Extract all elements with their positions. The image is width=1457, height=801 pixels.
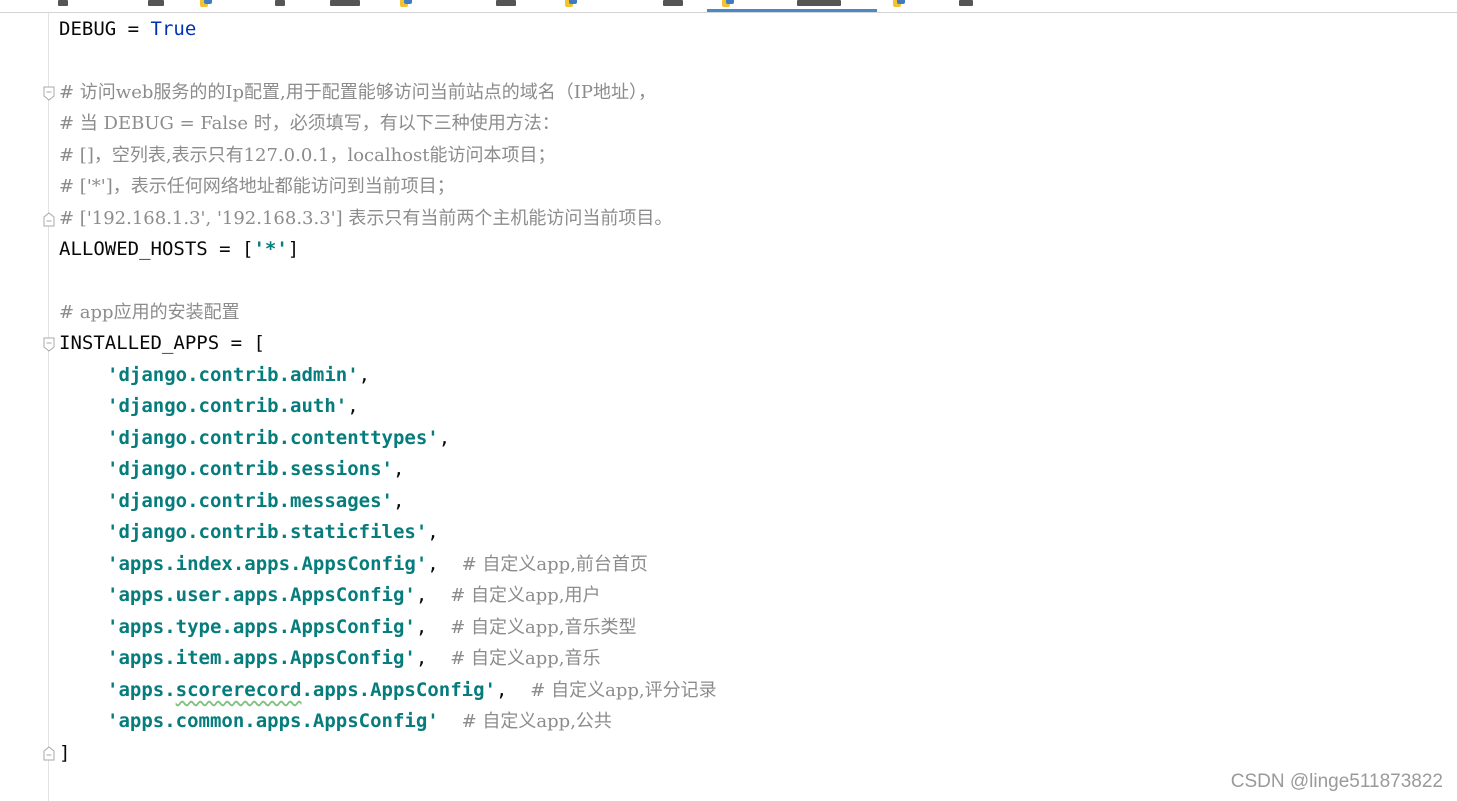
comment-line: # app应用的安装配置 — [59, 302, 240, 323]
code-line-app: 'django.contrib.sessions', — [107, 458, 405, 480]
inline-comment: # 自定义app,用户 — [450, 585, 601, 606]
code-editor[interactable]: DEBUG = True # 访问web服务的的Ip配置,用于配置能够访问当前站… — [59, 13, 1449, 801]
comment-line: # 访问web服务的的Ip配置,用于配置能够访问当前站点的域名（IP地址）， — [59, 82, 656, 103]
code-line-installed-apps: INSTALLED_APPS = [ — [59, 332, 265, 354]
python-file-icon — [893, 0, 906, 9]
code-line-app: 'django.contrib.admin', — [107, 364, 371, 386]
watermark: CSDN @linge511873822 — [1230, 771, 1443, 792]
code-line-app: 'apps.common.apps.AppsConfig' # 自定义app,公… — [107, 710, 612, 732]
typo-underline: scorerecord — [175, 679, 302, 701]
code-line-allowed-hosts: ALLOWED_HOSTS = ['*'] — [59, 238, 300, 260]
keyword-true: True — [150, 18, 197, 40]
comment-line: # ['*']，表示任何网络地址都能访问到当前项目； — [59, 176, 455, 197]
code-line-app: 'django.contrib.messages', — [107, 490, 405, 512]
fold-marker-icon[interactable] — [42, 337, 56, 353]
code-line-app: 'django.contrib.contenttypes', — [107, 427, 451, 449]
python-file-icon — [400, 0, 413, 9]
editor-tab-bar — [0, 0, 1457, 13]
fold-marker-icon[interactable] — [42, 211, 56, 227]
code-line-app: 'apps.user.apps.AppsConfig', # 自定义app,用户 — [107, 584, 601, 606]
code-line-app: 'apps.scorerecord.apps.AppsConfig', # 自定… — [107, 679, 717, 701]
code-line-app: 'apps.index.apps.AppsConfig', # 自定义app,前… — [107, 553, 648, 575]
gutter-separator — [48, 13, 49, 801]
active-tab-indicator — [707, 9, 877, 12]
code-line-installed-apps-close: ] — [59, 742, 71, 764]
code-line-app: 'django.contrib.staticfiles', — [107, 521, 439, 543]
comment-line: # ['192.168.1.3', '192.168.3.3'] 表示只有当前两… — [59, 208, 673, 229]
python-file-icon — [722, 0, 735, 9]
comment-line: # []，空列表,表示只有127.0.0.1，localhost能访问本项目； — [59, 145, 556, 166]
inline-comment: # 自定义app,前台首页 — [461, 554, 648, 575]
fold-marker-icon[interactable] — [42, 86, 56, 102]
inline-comment: # 自定义app,公共 — [461, 711, 612, 732]
string-literal: '*' — [253, 238, 288, 260]
code-line-app: 'django.contrib.auth', — [107, 395, 359, 417]
inline-comment: # 自定义app,音乐 — [450, 648, 601, 669]
code-line-debug: DEBUG = True — [59, 18, 197, 40]
python-file-icon — [565, 0, 578, 9]
code-line-app: 'apps.item.apps.AppsConfig', # 自定义app,音乐 — [107, 647, 601, 669]
python-file-icon — [200, 0, 213, 9]
comment-line: # 当 DEBUG = False 时，必须填写，有以下三种使用方法： — [59, 113, 560, 134]
editor-gutter — [0, 13, 48, 801]
inline-comment: # 自定义app,音乐类型 — [450, 617, 637, 638]
fold-marker-icon[interactable] — [42, 745, 56, 761]
code-line-app: 'apps.type.apps.AppsConfig', # 自定义app,音乐… — [107, 616, 637, 638]
inline-comment: # 自定义app,评分记录 — [530, 680, 717, 701]
